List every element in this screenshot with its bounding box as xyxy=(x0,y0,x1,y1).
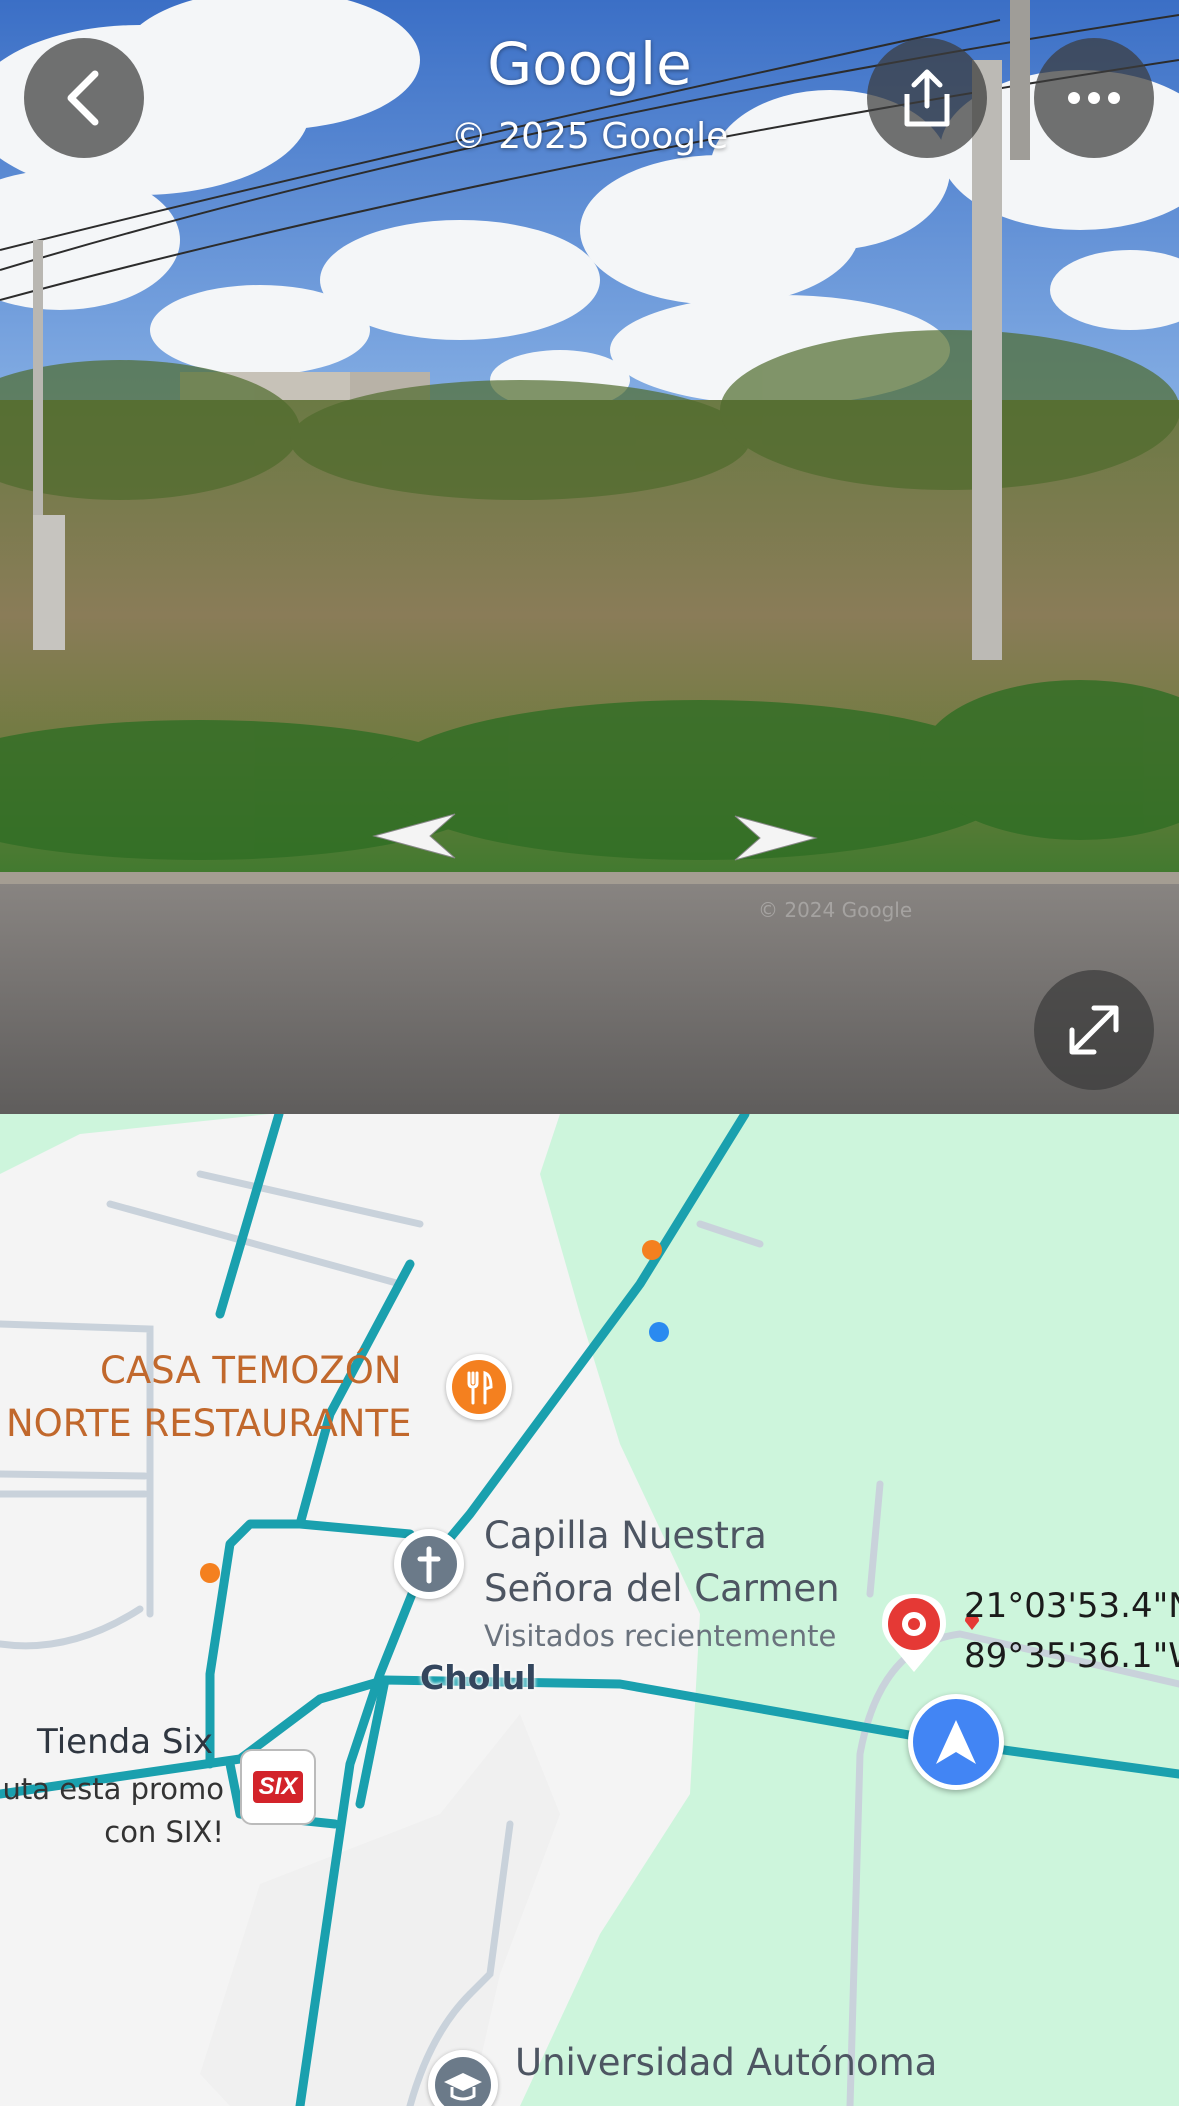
church-label-line1: Capilla Nuestra xyxy=(484,1514,767,1557)
share-icon xyxy=(904,69,950,127)
current-location-marker[interactable] xyxy=(908,1694,1004,1790)
street-view-panel[interactable]: Google © 2025 Google © 2024 Google xyxy=(0,0,1179,1114)
church-subtitle: Visitados recientemente xyxy=(484,1619,837,1653)
store-pin[interactable]: SIX xyxy=(240,1749,316,1825)
share-button[interactable] xyxy=(867,38,987,158)
church-pin[interactable] xyxy=(394,1529,464,1599)
more-icon xyxy=(1068,92,1120,104)
expand-button[interactable] xyxy=(1034,970,1154,1090)
street-view-title: Google xyxy=(487,30,692,98)
copyright-label: © 2025 Google xyxy=(450,116,729,157)
navigation-arrow-icon xyxy=(936,1720,976,1764)
map-view[interactable]: CASA TEMOZÓN NORTE RESTAURANTE Capilla N… xyxy=(0,1114,1179,2106)
six-logo: SIX xyxy=(252,1771,304,1803)
pin-longitude: 89°35'36.1"W xyxy=(964,1636,1179,1676)
restaurant-label-line1: CASA TEMOZÓN xyxy=(100,1349,402,1392)
school-icon xyxy=(435,2057,491,2106)
university-pin[interactable] xyxy=(428,2050,498,2106)
pin-latitude: 21°03'53.4"N xyxy=(964,1586,1179,1626)
expand-icon xyxy=(1069,1005,1119,1055)
nav-arrow-right[interactable] xyxy=(730,812,820,864)
restaurant-pin[interactable] xyxy=(446,1354,512,1420)
church-label-line2: Señora del Carmen xyxy=(484,1567,840,1610)
store-promo-line1: uta esta promo xyxy=(2,1772,224,1806)
street-view-image xyxy=(0,0,1179,1114)
church-icon xyxy=(401,1536,457,1592)
store-label: Tienda Six xyxy=(37,1722,214,1762)
restaurant-icon xyxy=(452,1360,506,1414)
store-promo-line2: con SIX! xyxy=(104,1815,224,1849)
nav-arrow-left[interactable] xyxy=(370,810,460,862)
restaurant-label-line2: NORTE RESTAURANTE xyxy=(6,1402,412,1445)
university-label-line1: Universidad Autónoma xyxy=(515,2041,938,2084)
dropped-pin-icon[interactable] xyxy=(878,1590,950,1674)
road-label-cholul: Cholul xyxy=(420,1658,537,1697)
more-options-button[interactable] xyxy=(1034,38,1154,158)
watermark: © 2024 Google xyxy=(758,898,913,922)
